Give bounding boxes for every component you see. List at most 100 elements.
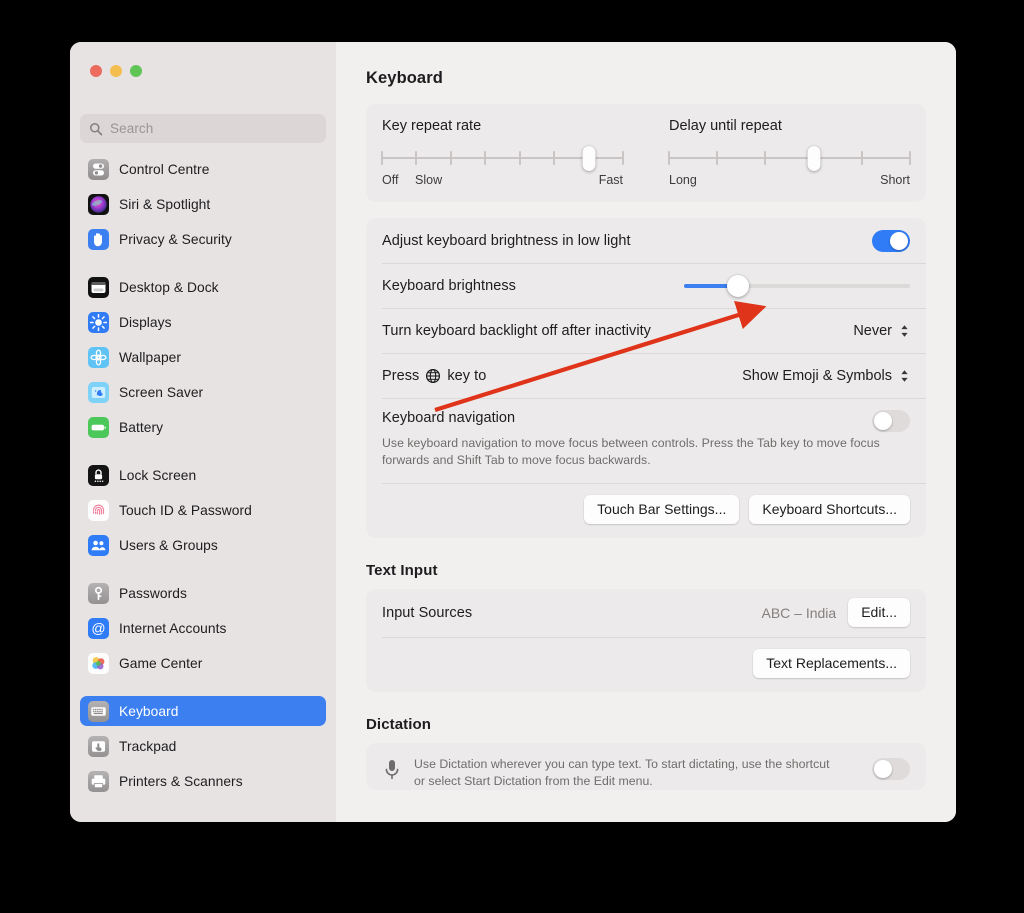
control-centre-icon	[88, 158, 109, 180]
sidebar-item-label: Lock Screen	[119, 467, 197, 483]
slider-tick	[518, 151, 521, 165]
edit-input-sources-button[interactable]: Edit...	[848, 598, 910, 628]
siri-icon	[88, 193, 109, 215]
slider-knob[interactable]	[727, 274, 750, 297]
key-repeat-rate-label: Key repeat rate	[382, 118, 482, 134]
touch-id-icon	[88, 499, 109, 521]
sidebar-item-screen-saver[interactable]: Screen Saver	[80, 377, 326, 407]
sidebar-item-displays[interactable]: Displays	[80, 307, 326, 337]
sidebar-item-keyboard[interactable]: Keyboard	[80, 696, 326, 726]
passwords-key-icon	[88, 582, 109, 604]
backlight-off-row: Turn keyboard backlight off after inacti…	[366, 308, 926, 353]
slider-tick	[860, 151, 863, 165]
battery-icon	[88, 416, 109, 438]
text-replacements-button[interactable]: Text Replacements...	[753, 648, 910, 678]
sidebar-item-label: Privacy & Security	[119, 231, 232, 247]
sidebar-item-users-groups[interactable]: Users & Groups	[80, 530, 326, 560]
keyboard-navigation-row: Keyboard navigation Use keyboard navigat…	[366, 398, 926, 483]
input-sources-value: ABC – India	[761, 604, 837, 621]
delay-until-repeat-slider[interactable]	[668, 146, 911, 171]
backlight-off-dropdown[interactable]: Never	[853, 323, 910, 339]
slider-knob[interactable]	[807, 146, 821, 171]
sidebar-item-trackpad[interactable]: Trackpad	[80, 731, 326, 761]
sidebar-item-label: Screen Saver	[119, 384, 204, 400]
content-pane: Keyboard Key repeat rate Off Slow Fast D…	[336, 42, 956, 822]
keyboard-brightness-slider[interactable]	[684, 274, 910, 297]
dictation-description-line2: or select Start Dictation from the Edit …	[414, 773, 653, 788]
toggle-knob	[874, 759, 892, 778]
slider-knob[interactable]	[582, 146, 596, 171]
zoom-button[interactable]	[130, 65, 142, 77]
text-input-card: Input Sources ABC – India Edit... Text R…	[366, 588, 926, 692]
sidebar-item-battery[interactable]: Battery	[80, 412, 326, 442]
keyboard-navigation-label: Keyboard navigation	[382, 410, 516, 426]
privacy-hand-icon	[88, 228, 109, 250]
brightness-slider-label: Keyboard brightness	[382, 277, 516, 294]
dictation-row: Use Dictation wherever you can type text…	[366, 743, 926, 790]
sidebar-divider	[80, 447, 326, 460]
sidebar-item-label: Game Center	[119, 655, 203, 671]
keyboard-navigation-description: Use keyboard navigation to move focus be…	[382, 436, 880, 467]
minimize-button[interactable]	[110, 65, 122, 77]
search-icon	[90, 122, 103, 135]
internet-accounts-icon: @	[88, 617, 109, 639]
globe-key-label-after: key to	[447, 367, 487, 384]
input-sources-row: Input Sources ABC – India Edit...	[366, 589, 926, 637]
sidebar-item-lock-screen[interactable]: Lock Screen	[80, 460, 326, 490]
touch-bar-settings-button[interactable]: Touch Bar Settings...	[584, 494, 740, 524]
sidebar-item-label: Printers & Scanners	[119, 773, 243, 789]
sidebar-item-internet-accounts[interactable]: @ Internet Accounts	[80, 613, 326, 643]
slider-tick	[553, 151, 556, 165]
sidebar-item-privacy-security[interactable]: Privacy & Security	[80, 224, 326, 254]
delay-until-repeat-scale: Long Short	[669, 173, 910, 188]
window-traffic-lights	[90, 65, 142, 77]
slider-track	[669, 157, 910, 159]
globe-key-dropdown[interactable]: Show Emoji & Symbols	[742, 368, 910, 384]
sidebar-item-siri-spotlight[interactable]: Siri & Spotlight	[80, 189, 326, 219]
auto-brightness-toggle[interactable]	[872, 229, 910, 252]
sidebar-item-label: Internet Accounts	[119, 620, 227, 636]
sidebar-item-label: Displays	[119, 314, 172, 330]
delay-until-repeat-group: Delay until repeat Long Short	[649, 118, 911, 188]
slider-tick	[668, 151, 670, 165]
sidebar-item-touch-id[interactable]: Touch ID & Password	[80, 495, 326, 525]
desktop-dock-icon	[88, 276, 109, 298]
chevron-up-down-icon	[901, 324, 908, 337]
backlight-off-label: Turn keyboard backlight off after inacti…	[382, 322, 651, 339]
sidebar-item-game-center[interactable]: Game Center	[80, 648, 326, 678]
sidebar-item-printers-scanners[interactable]: Printers & Scanners	[80, 766, 326, 796]
scale-label-fast: Fast	[598, 173, 623, 187]
keyboard-shortcuts-button[interactable]: Keyboard Shortcuts...	[749, 494, 910, 524]
delay-until-repeat-label: Delay until repeat	[669, 118, 782, 134]
sidebar-item-label: Control Centre	[119, 161, 210, 177]
sidebar-item-passwords[interactable]: Passwords	[80, 578, 326, 608]
sidebar-divider	[80, 683, 326, 696]
sidebar-item-label: Keyboard	[119, 703, 179, 719]
scale-label-long: Long	[669, 173, 697, 187]
keyboard-navigation-toggle[interactable]	[872, 410, 910, 432]
sidebar-item-label: Battery	[119, 419, 164, 435]
chevron-up-down-icon	[901, 369, 908, 382]
sidebar-item-desktop-dock[interactable]: Desktop & Dock	[80, 272, 326, 302]
slider-tick	[716, 151, 719, 165]
screen: Search Control Centre Siri & Spotlight P…	[0, 0, 1024, 913]
search-placeholder: Search	[110, 121, 154, 136]
key-repeat-rate-slider[interactable]	[381, 146, 624, 171]
sidebar-item-wallpaper[interactable]: Wallpaper	[80, 342, 326, 372]
globe-icon	[426, 368, 441, 383]
sidebar-item-control-centre[interactable]: Control Centre	[80, 154, 326, 184]
wallpaper-icon	[88, 346, 109, 368]
globe-key-label: Press key to	[382, 368, 486, 384]
dictation-toggle[interactable]	[872, 757, 910, 780]
close-button[interactable]	[90, 65, 102, 77]
auto-brightness-row: Adjust keyboard brightness in low light	[366, 218, 926, 263]
globe-key-value: Show Emoji & Symbols	[742, 367, 892, 384]
search-field[interactable]: Search	[80, 114, 326, 143]
sidebar-item-label: Trackpad	[119, 738, 177, 754]
slider-tick	[909, 151, 911, 165]
system-settings-window: Search Control Centre Siri & Spotlight P…	[70, 42, 956, 822]
keyboard-icon	[88, 700, 109, 722]
scale-label-slow: Slow	[415, 173, 443, 187]
sidebar-list: Control Centre Siri & Spotlight Privacy …	[70, 154, 336, 822]
globe-key-label-before: Press	[382, 367, 420, 384]
